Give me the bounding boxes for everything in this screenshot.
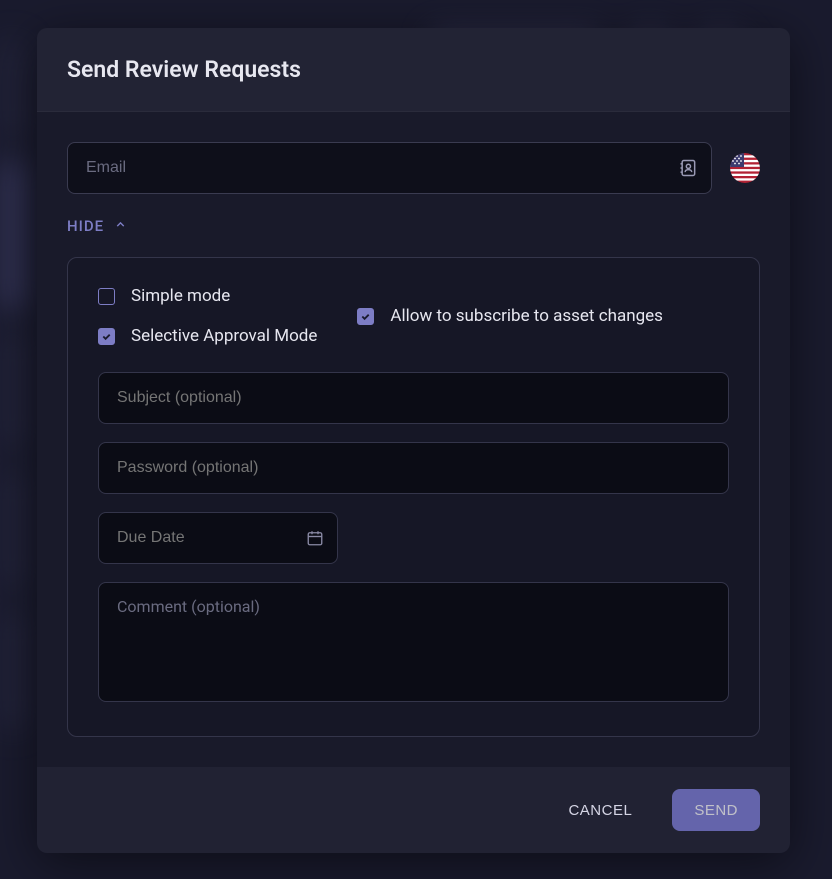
- password-input[interactable]: [98, 442, 729, 494]
- email-input[interactable]: [67, 142, 712, 194]
- hide-toggle[interactable]: HIDE: [67, 217, 127, 235]
- options-panel: Simple mode Selective Approval Mode: [67, 257, 760, 737]
- calendar-icon[interactable]: [306, 529, 324, 547]
- allow-subscribe-checkbox[interactable]: Allow to subscribe to asset changes: [357, 306, 663, 326]
- cancel-button[interactable]: CANCEL: [546, 789, 654, 831]
- checkbox-label: Selective Approval Mode: [131, 326, 317, 346]
- modal-body: HIDE Simple mode: [37, 112, 790, 767]
- hide-label: HIDE: [67, 217, 104, 235]
- modal-header: Send Review Requests: [37, 28, 790, 112]
- selective-approval-checkbox[interactable]: Selective Approval Mode: [98, 326, 317, 346]
- checkbox-label: Simple mode: [131, 286, 230, 306]
- send-review-requests-modal: Send Review Requests: [37, 28, 790, 853]
- due-date-input[interactable]: [98, 512, 338, 564]
- simple-mode-checkbox[interactable]: Simple mode: [98, 286, 317, 306]
- language-flag-button[interactable]: [730, 153, 760, 183]
- send-button[interactable]: SEND: [672, 789, 760, 831]
- checkbox-unchecked-icon: [98, 288, 115, 305]
- checkbox-label: Allow to subscribe to asset changes: [390, 306, 663, 326]
- checkbox-checked-icon: [98, 328, 115, 345]
- checkbox-checked-icon: [357, 308, 374, 325]
- modal-title: Send Review Requests: [67, 56, 760, 83]
- modal-footer: CANCEL SEND: [37, 767, 790, 853]
- comment-textarea[interactable]: [98, 582, 729, 702]
- chevron-up-icon: [114, 217, 127, 235]
- contacts-icon[interactable]: [678, 158, 698, 178]
- subject-input[interactable]: [98, 372, 729, 424]
